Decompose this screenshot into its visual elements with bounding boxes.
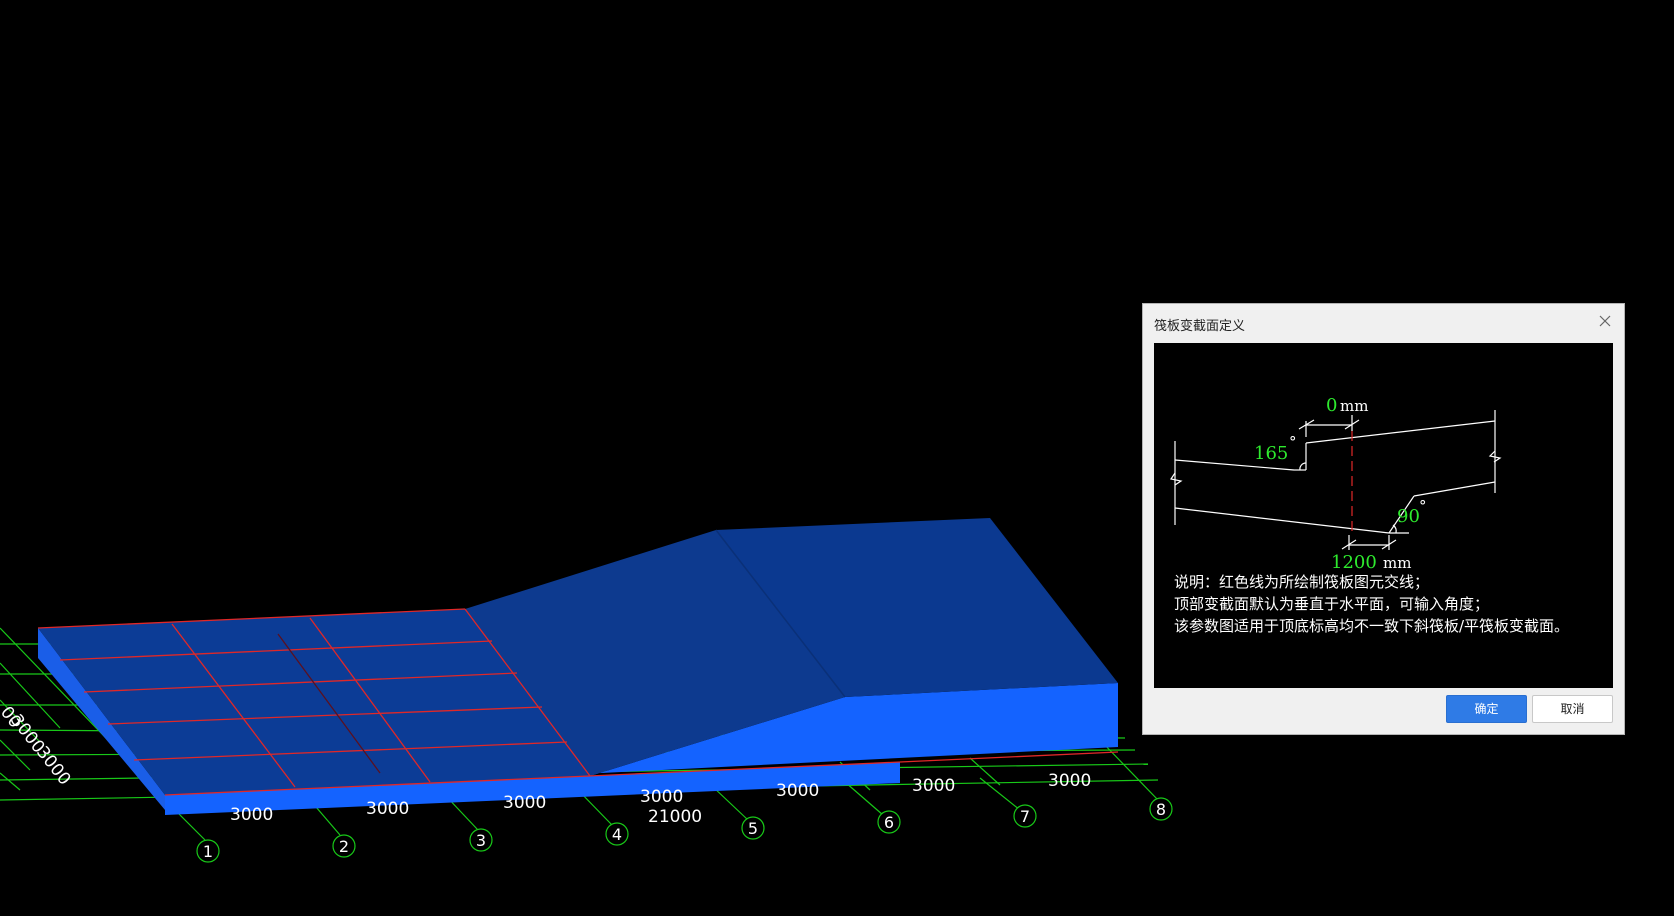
ok-button[interactable]: 确定 [1446, 695, 1527, 723]
axis-bubble-8: 8 [1149, 797, 1173, 821]
svg-text:3000: 3000 [366, 799, 409, 819]
svg-text:3000: 3000 [640, 787, 683, 807]
raft-slab[interactable] [38, 518, 1118, 815]
note-line-2: 顶部变截面默认为垂直于水平面，可输入角度； [1174, 595, 1490, 613]
svg-text:3000: 3000 [1048, 771, 1091, 791]
cancel-button[interactable]: 取消 [1532, 695, 1613, 723]
svg-text:4: 4 [612, 825, 622, 844]
svg-text:3000: 3000 [776, 781, 819, 801]
svg-text:1200: 1200 [1331, 552, 1377, 573]
svg-text:3000: 3000 [230, 805, 273, 825]
svg-text:°: ° [1419, 497, 1427, 515]
axis-bubble-1: 1 [196, 839, 220, 863]
axis-bubble-7: 7 [1013, 804, 1037, 828]
svg-text:3000: 3000 [503, 793, 546, 813]
axis-bubble-2: 2 [332, 834, 356, 858]
svg-text:mm: mm [1340, 397, 1368, 415]
close-icon[interactable] [1594, 310, 1616, 332]
svg-text:3000: 3000 [912, 776, 955, 796]
svg-text:8: 8 [1156, 800, 1166, 819]
svg-text:5: 5 [748, 819, 758, 838]
svg-text:mm: mm [1383, 554, 1411, 572]
svg-text:90: 90 [1397, 506, 1420, 527]
svg-text:°: ° [1289, 433, 1297, 451]
note-line-1: 说明：红色线为所绘制筏板图元交线； [1174, 573, 1430, 591]
section-parameter-diagram: 0 mm 165 ° 90 ° 1200 mm 说明：红色线为所绘制筏板图元交线… [1154, 343, 1613, 688]
svg-text:0: 0 [1326, 395, 1337, 416]
svg-text:21000: 21000 [648, 807, 702, 827]
svg-text:1: 1 [203, 842, 213, 861]
axis-bubble-5: 5 [741, 816, 765, 840]
raft-section-dialog[interactable]: 筏板变截面定义 0 mm 165 ° 90 ° 1200 mm 说明：红色线为所… [1142, 303, 1625, 735]
axis-bubble-6: 6 [877, 810, 901, 834]
svg-text:2: 2 [339, 837, 349, 856]
svg-text:165: 165 [1254, 443, 1288, 464]
svg-text:3000: 3000 [32, 743, 74, 789]
svg-text:3: 3 [476, 831, 486, 850]
dialog-title: 筏板变截面定义 [1154, 319, 1246, 334]
axis-bubble-4: 4 [605, 822, 629, 846]
axis-bubble-3: 3 [469, 828, 493, 852]
svg-text:6: 6 [884, 813, 894, 832]
svg-text:7: 7 [1020, 807, 1030, 826]
note-line-3: 该参数图适用于顶底标高均不一致下斜筏板/平筏板变截面。 [1174, 617, 1570, 635]
